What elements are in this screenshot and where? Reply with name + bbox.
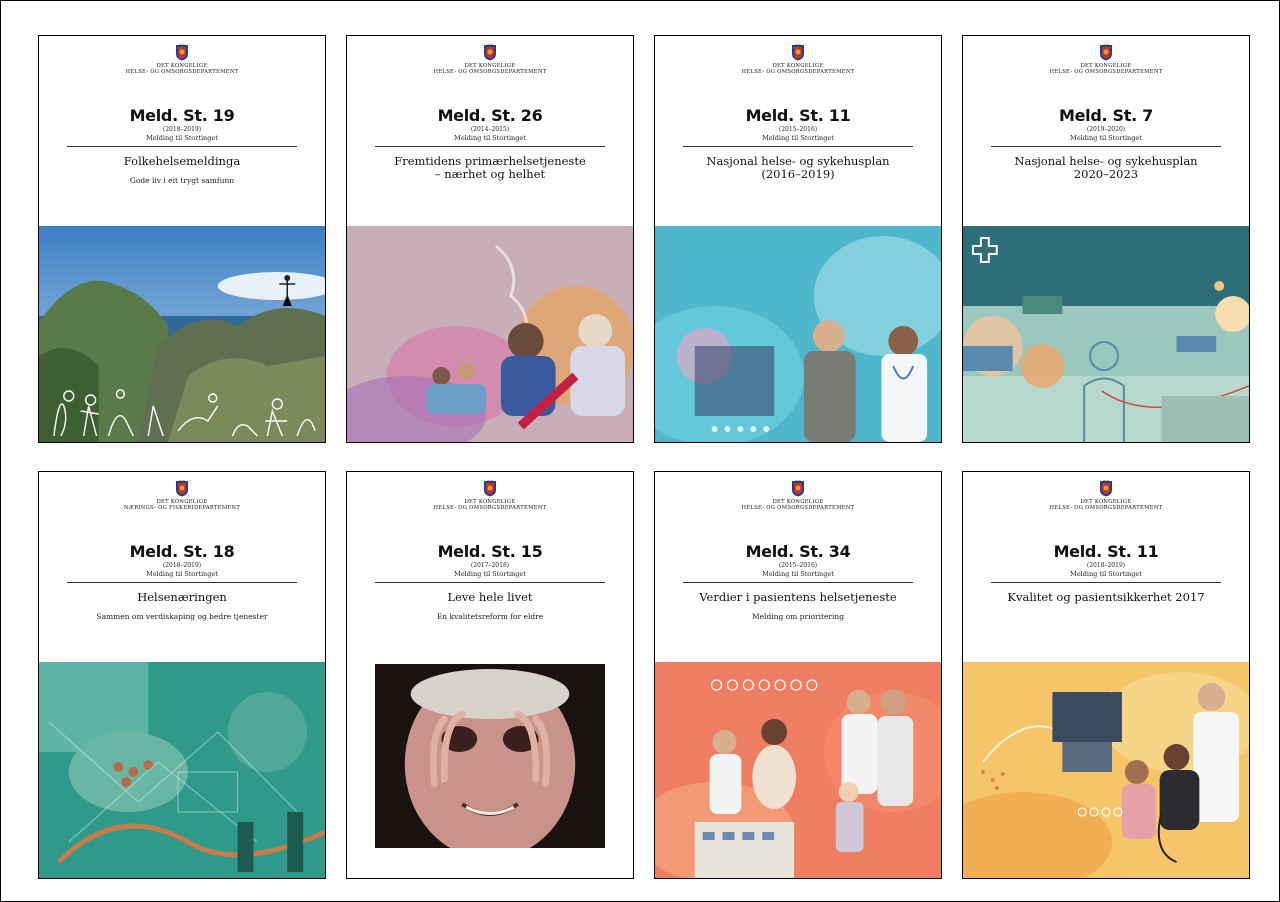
department-line: HELSE- OG OMSORGSDEPARTEMENT [433, 505, 547, 511]
report-title: Kvalitet og pasientsikkerhet 2017 [1007, 590, 1205, 604]
report-number: Meld. St. 18 [129, 542, 235, 561]
cover-grid: DET KONGELIGE HELSE- OG OMSORGSDEPARTEMEN… [38, 35, 1250, 880]
department-line: HELSE- OG OMSORGSDEPARTEMENT [741, 505, 855, 511]
title-divider [67, 146, 297, 147]
norwegian-coat-of-arms-icon [176, 44, 188, 61]
title-divider [375, 146, 605, 147]
report-number: Meld. St. 26 [437, 106, 543, 125]
cover-meld-st-26[interactable]: DET KONGELIGE HELSE- OG OMSORGSDEPARTEMEN… [346, 35, 634, 443]
report-number: Meld. St. 15 [437, 542, 543, 561]
cover-meld-st-19[interactable]: DET KONGELIGE HELSE- OG OMSORGSDEPARTEMEN… [38, 35, 326, 443]
norwegian-coat-of-arms-icon [1100, 480, 1112, 497]
title-divider [67, 582, 297, 583]
department-name: DET KONGELIGE HELSE- OG OMSORGSDEPARTEMEN… [347, 63, 633, 75]
cover-meld-st-18[interactable]: DET KONGELIGE NÆRINGS- OG FISKERIDEPARTEM… [38, 471, 326, 879]
report-number: Meld. St. 7 [1058, 106, 1153, 125]
report-type: Melding til Stortinget [146, 570, 218, 578]
report-type: Melding til Stortinget [1070, 134, 1142, 142]
report-years: (2018–2019) [162, 126, 202, 133]
cover-meld-st-11-2015[interactable]: DET KONGELIGE HELSE- OG OMSORGSDEPARTEMEN… [654, 35, 942, 443]
title-divider [991, 582, 1221, 583]
department-name: DET KONGELIGE HELSE- OG OMSORGSDEPARTEMEN… [347, 499, 633, 511]
department-line: HELSE- OG OMSORGSDEPARTEMENT [433, 69, 547, 75]
norwegian-coat-of-arms-icon [176, 480, 188, 497]
norwegian-coat-of-arms-icon [792, 480, 804, 497]
report-years: (2015–2016) [778, 562, 818, 569]
report-title: Nasjonal helse- og sykehusplan 2020–2023 [1014, 154, 1198, 181]
report-type: Melding til Stortinget [1070, 570, 1142, 578]
norwegian-coat-of-arms-icon [792, 44, 804, 61]
report-title: Helsenæringen [137, 590, 227, 604]
department-name: DET KONGELIGE HELSE- OG OMSORGSDEPARTEMEN… [39, 63, 325, 75]
cover-meld-st-15[interactable]: DET KONGELIGE HELSE- OG OMSORGSDEPARTEMEN… [346, 471, 634, 879]
department-line: HELSE- OG OMSORGSDEPARTEMENT [741, 69, 855, 75]
report-subtitle: Melding om prioritering [751, 612, 845, 621]
report-years: (2018–2019) [1086, 562, 1126, 569]
department-line: HELSE- OG OMSORGSDEPARTEMENT [1049, 69, 1163, 75]
department-name: DET KONGELIGE HELSE- OG OMSORGSDEPARTEMEN… [655, 63, 941, 75]
report-subtitle: En kvalitetsreform for eldre [436, 612, 544, 621]
report-title: Leve hele livet [447, 590, 533, 604]
people-collage-image [347, 226, 633, 442]
report-subtitle: Sammen om verdiskaping og bedre tjeneste… [96, 612, 268, 621]
hospital-illustration-image [963, 226, 1249, 442]
report-subtitle: Gode liv i eit trygt samfunn [129, 176, 235, 185]
report-number: Meld. St. 11 [745, 106, 851, 125]
norwegian-coat-of-arms-icon [484, 44, 496, 61]
report-number: Meld. St. 11 [1053, 542, 1159, 561]
patient-care-image [963, 662, 1249, 878]
department-line: HELSE- OG OMSORGSDEPARTEMENT [1049, 505, 1163, 511]
report-type: Melding til Stortinget [454, 134, 526, 142]
title-divider [991, 146, 1221, 147]
report-type: Melding til Stortinget [762, 570, 834, 578]
department-line: HELSE- OG OMSORGSDEPARTEMENT [125, 69, 239, 75]
report-years: (2017–2018) [470, 562, 510, 569]
elderly-woman-portrait-image [375, 664, 605, 848]
title-divider [375, 582, 605, 583]
department-name: DET KONGELIGE NÆRINGS- OG FISKERIDEPARTEM… [39, 499, 325, 511]
cover-meld-st-11-2018[interactable]: DET KONGELIGE HELSE- OG OMSORGSDEPARTEMEN… [962, 471, 1250, 879]
family-collage-image [655, 662, 941, 878]
department-name: DET KONGELIGE HELSE- OG OMSORGSDEPARTEMEN… [655, 499, 941, 511]
report-type: Melding til Stortinget [146, 134, 218, 142]
report-years: (2019–2020) [1086, 126, 1126, 133]
report-title: Verdier i pasientens helsetjeneste [699, 590, 897, 604]
report-years: (2018–2019) [162, 562, 202, 569]
report-years: (2014–2015) [470, 126, 510, 133]
report-number: Meld. St. 34 [745, 542, 851, 561]
report-title: Fremtidens primærhelsetjeneste – nærhet … [394, 154, 586, 181]
report-title: Nasjonal helse- og sykehusplan (2016–201… [706, 154, 890, 181]
department-line: NÆRINGS- OG FISKERIDEPARTEMENT [123, 505, 241, 511]
doctor-and-man-image [655, 226, 941, 442]
title-divider [683, 582, 913, 583]
report-type: Melding til Stortinget [762, 134, 834, 142]
title-divider [683, 146, 913, 147]
report-years: (2015–2016) [778, 126, 818, 133]
department-name: DET KONGELIGE HELSE- OG OMSORGSDEPARTEMEN… [963, 499, 1249, 511]
norwegian-coat-of-arms-icon [484, 480, 496, 497]
report-type: Melding til Stortinget [454, 570, 526, 578]
report-number: Meld. St. 19 [129, 106, 235, 125]
cover-meld-st-34[interactable]: DET KONGELIGE HELSE- OG OMSORGSDEPARTEMEN… [654, 471, 942, 879]
department-name: DET KONGELIGE HELSE- OG OMSORGSDEPARTEMEN… [963, 63, 1249, 75]
report-title: Folkehelsemeldinga [123, 154, 241, 168]
mountain-landscape-image [39, 226, 325, 442]
norwegian-coat-of-arms-icon [1100, 44, 1112, 61]
cover-meld-st-7[interactable]: DET KONGELIGE HELSE- OG OMSORGSDEPARTEMEN… [962, 35, 1250, 443]
green-collage-image [39, 662, 325, 878]
